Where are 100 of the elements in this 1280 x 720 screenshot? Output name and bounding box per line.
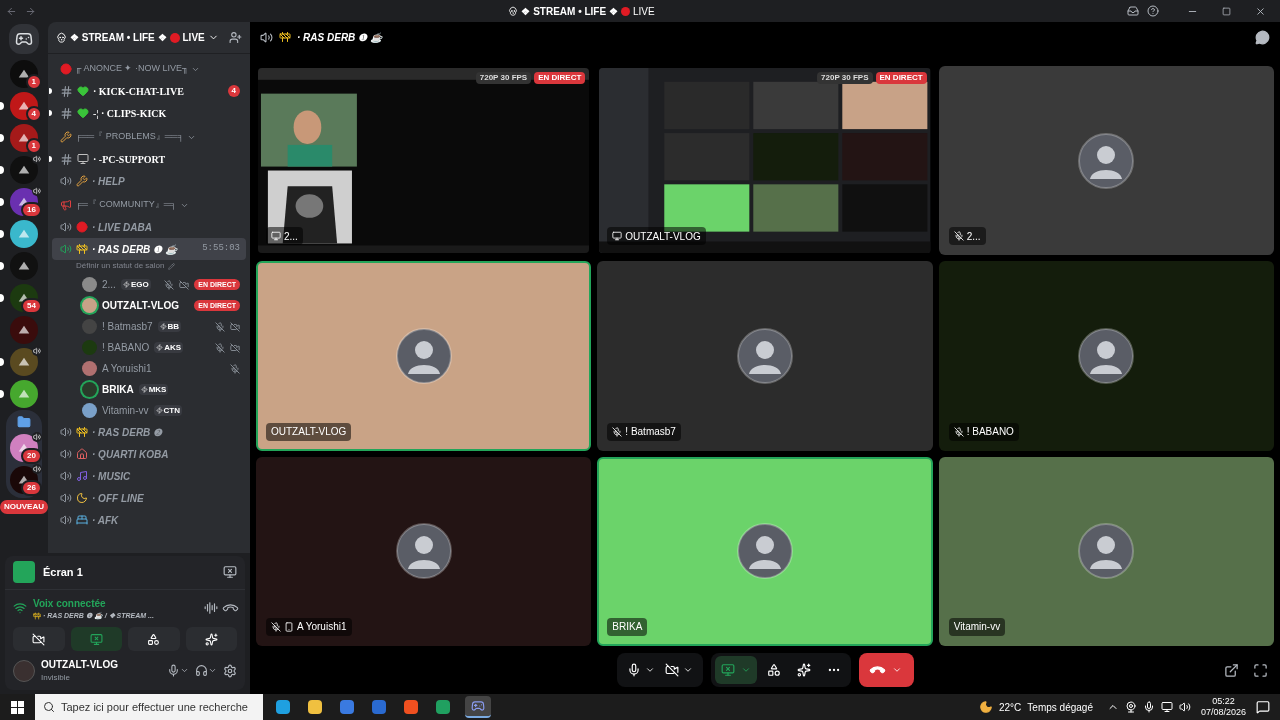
text-channel[interactable]: · -PC-SUPPORT xyxy=(52,148,246,170)
server-icon[interactable] xyxy=(10,156,38,184)
stop-streaming-icon[interactable] xyxy=(223,565,237,579)
date[interactable]: 07/08/2026 xyxy=(1200,707,1246,718)
video-tile[interactable]: BRIKA xyxy=(597,456,933,646)
skull-icon xyxy=(56,32,67,43)
globe-icon[interactable] xyxy=(433,697,453,717)
channel-category[interactable]: ╓ ANONCE ✦ ·NOW LIVE╖ xyxy=(52,58,246,80)
pop-out-icon[interactable] xyxy=(1224,662,1239,678)
camera-off-icon xyxy=(664,663,679,677)
voice-channel[interactable]: · LIVE DABA xyxy=(52,216,246,238)
voice-channel[interactable]: · MUSIC xyxy=(52,465,246,487)
server-icon[interactable] xyxy=(10,380,38,408)
user-avatar xyxy=(1078,523,1135,580)
server-icon[interactable] xyxy=(10,316,38,344)
participant-name: OUTZALT-VLOG xyxy=(271,425,347,440)
screen-share-button[interactable] xyxy=(70,627,122,651)
hang-up-button[interactable] xyxy=(858,653,914,687)
video-tile[interactable]: 720P 30 FPS EN DIRECT 2... xyxy=(256,66,592,256)
folder-icon[interactable] xyxy=(305,697,325,717)
mic-button[interactable] xyxy=(167,664,189,677)
inbox-icon[interactable] xyxy=(1127,5,1139,17)
voice-status[interactable]: Voix connectée xyxy=(33,595,198,611)
connection-icon xyxy=(13,601,27,616)
volume-icon[interactable] xyxy=(1178,701,1191,713)
server-name: ❖ STREAM • LIFE ❖ xyxy=(70,31,167,45)
help-icon[interactable] xyxy=(1147,5,1159,17)
voice-channel[interactable]: · RAS DERB ❶ ☕ 5:55:03 xyxy=(52,238,246,260)
close-icon[interactable] xyxy=(1255,5,1266,17)
channel-name: · KICK-CHAT-LIVE xyxy=(93,84,184,99)
voice-member[interactable]: Vitamin-vv CTN xyxy=(52,400,246,421)
server-icon[interactable] xyxy=(10,220,38,248)
mail-icon[interactable] xyxy=(369,697,389,717)
voice-channel[interactable]: · AFK xyxy=(52,509,246,531)
server-icon[interactable] xyxy=(10,348,38,376)
voice-member[interactable]: BRIKA MKS xyxy=(52,379,246,400)
monitor-icon xyxy=(612,231,623,242)
server-icon[interactable] xyxy=(10,92,38,120)
voice-channel[interactable]: · OFF LINE xyxy=(52,487,246,509)
microphone-icon[interactable] xyxy=(1142,701,1155,713)
gamepad-icon[interactable] xyxy=(465,696,491,718)
bag-icon[interactable] xyxy=(337,697,357,717)
logo-icon xyxy=(17,355,31,369)
speaker-icon xyxy=(260,30,273,44)
camera-button[interactable] xyxy=(13,627,65,651)
video-tile[interactable]: A Yoruishi1 xyxy=(256,456,592,646)
server-icon[interactable] xyxy=(10,252,38,280)
live-badge: EN DIRECT xyxy=(534,72,586,84)
video-tile[interactable]: 720P 30 FPS EN DIRECT OUTZALT-VLOG xyxy=(597,66,933,256)
channel-name: · -PC-SUPPORT xyxy=(93,152,166,167)
windows-icon[interactable] xyxy=(11,700,24,714)
shield-icon[interactable] xyxy=(401,697,421,717)
taskbar-search-field[interactable]: Tapez ici pour effectuer une recherche xyxy=(35,694,263,720)
video-tile[interactable]: 2... xyxy=(938,66,1274,256)
voice-channel[interactable]: · RAS DERB ❷ xyxy=(52,421,246,443)
sound-wave-icon[interactable] xyxy=(204,601,218,616)
screen-share-button[interactable] xyxy=(714,656,757,684)
server-icon[interactable] xyxy=(10,124,38,152)
voice-member[interactable]: ! BABANO AKS xyxy=(52,337,246,358)
stream-title: Écran 1 xyxy=(43,564,83,580)
server-header[interactable]: ❖ STREAM • LIFE ❖ LIVE xyxy=(48,22,250,54)
user-avatar xyxy=(737,328,793,384)
webcam-icon[interactable] xyxy=(1124,701,1137,713)
voice-channel[interactable]: · QUARTI KOBA xyxy=(52,443,246,465)
invite-icon[interactable] xyxy=(229,31,242,44)
forward-icon[interactable] xyxy=(25,5,36,17)
video-tile[interactable]: OUTZALT-VLOG xyxy=(256,261,592,451)
home-button[interactable] xyxy=(9,24,39,54)
server-live-text: LIVE xyxy=(182,31,205,45)
browser-icon[interactable] xyxy=(273,697,293,717)
fullscreen-icon[interactable] xyxy=(1253,662,1268,678)
video-tile[interactable]: ! BABANO xyxy=(938,261,1274,451)
text-channel[interactable]: -¦ · CLIPS-KICK xyxy=(52,102,246,124)
chevron-down-icon xyxy=(644,665,655,675)
server-icon[interactable] xyxy=(10,60,38,88)
voice-member[interactable]: A Yoruishi1 xyxy=(52,358,246,379)
voice-channel[interactable]: · HELP xyxy=(52,170,246,192)
activities-button[interactable] xyxy=(128,627,180,651)
settings-icon[interactable] xyxy=(223,663,237,678)
text-channel[interactable]: · KICK-CHAT-LIVE 4 xyxy=(52,80,246,102)
soundboard-button[interactable] xyxy=(185,627,237,651)
chat-icon[interactable] xyxy=(1255,29,1270,45)
headphones-button[interactable] xyxy=(195,664,217,677)
channel-status[interactable]: Définir un statut de salon xyxy=(76,260,165,272)
channel-category[interactable]: ╒══『 PROBLEMS』══╕ xyxy=(52,126,246,148)
video-tile[interactable]: ! Batmasb7 xyxy=(597,261,933,451)
speaker-icon xyxy=(60,221,72,233)
video-tile[interactable]: Vitamin-vv xyxy=(938,456,1274,646)
notifications-icon[interactable] xyxy=(1256,700,1270,714)
back-icon[interactable] xyxy=(6,5,17,17)
server-folder[interactable]: 20 26 xyxy=(6,410,42,498)
mention-badge: 26 xyxy=(21,480,42,496)
maximize-icon[interactable] xyxy=(1222,6,1231,16)
channel-category[interactable]: ╒═『 COMMUNITY』═╕ xyxy=(52,194,246,216)
monitor-icon[interactable] xyxy=(1160,701,1173,713)
time[interactable]: 05:22 xyxy=(1212,696,1235,707)
category-name: ╓ ANONCE ✦ ·NOW LIVE╖ xyxy=(75,62,189,76)
voice-member[interactable]: ! Batmasb7 BB xyxy=(52,316,246,337)
call-timer: 5:55:03 xyxy=(202,242,240,256)
logo-icon xyxy=(17,259,31,273)
